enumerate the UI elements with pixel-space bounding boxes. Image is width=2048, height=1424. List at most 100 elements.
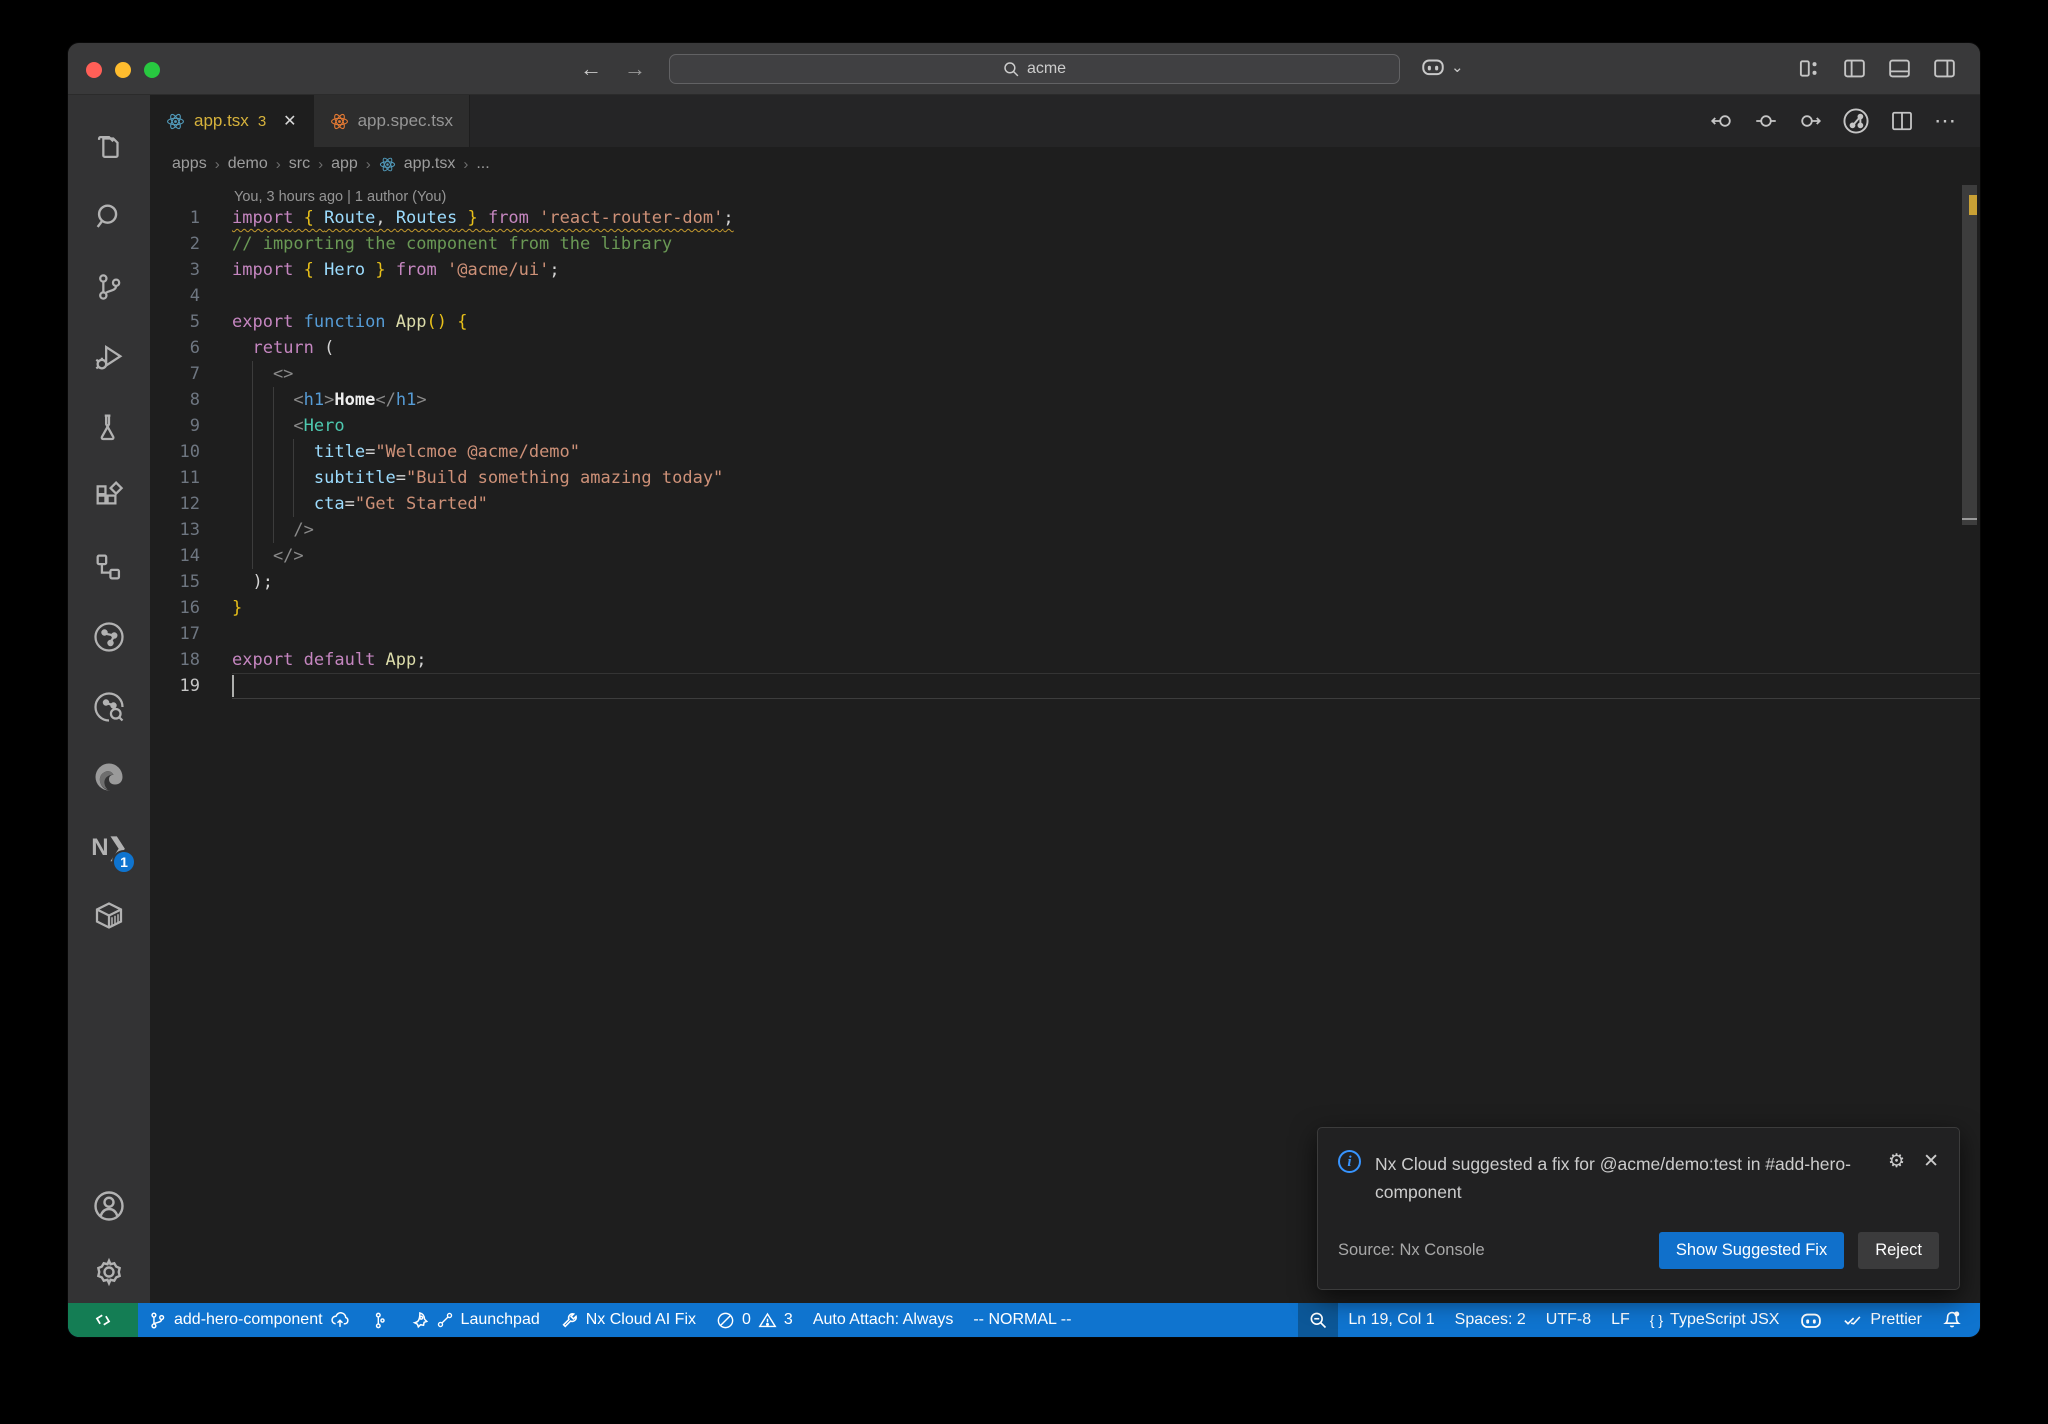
- code-line[interactable]: 8 <h1>Home</h1>: [150, 387, 1980, 413]
- line-content[interactable]: // importing the component from the libr…: [232, 231, 1980, 257]
- cursor-position-item[interactable]: Ln 19, Col 1: [1338, 1303, 1444, 1337]
- run-debug-icon[interactable]: [74, 322, 144, 392]
- breadcrumb-item[interactable]: apps: [172, 155, 207, 173]
- show-suggested-fix-button[interactable]: Show Suggested Fix: [1658, 1232, 1845, 1269]
- code-line[interactable]: 4: [150, 283, 1980, 309]
- code-line[interactable]: 12 cta="Get Started": [150, 491, 1980, 517]
- notifications-bell-item[interactable]: [1932, 1303, 1972, 1337]
- line-content[interactable]: <h1>Home</h1>: [232, 387, 1980, 413]
- line-number[interactable]: 2: [150, 231, 232, 257]
- edge-browser-icon[interactable]: [74, 742, 144, 812]
- breadcrumb-item[interactable]: src: [289, 155, 310, 173]
- graph-search-icon[interactable]: [74, 672, 144, 742]
- line-number[interactable]: 18: [150, 647, 232, 673]
- line-content[interactable]: <>: [232, 361, 1980, 387]
- line-number[interactable]: 8: [150, 387, 232, 413]
- formatter-item[interactable]: Prettier: [1833, 1303, 1932, 1337]
- code-line[interactable]: 1 import { Route, Routes } from 'react-ro…: [150, 205, 1980, 231]
- line-number[interactable]: 4: [150, 283, 232, 309]
- navigate-back-icon[interactable]: ←: [580, 55, 602, 83]
- line-content[interactable]: </>: [232, 543, 1980, 569]
- breadcrumb-item[interactable]: ...: [476, 155, 489, 173]
- graph-circle-icon[interactable]: [74, 602, 144, 672]
- line-content[interactable]: [232, 621, 1980, 647]
- auto-attach-item[interactable]: Auto Attach: Always: [803, 1303, 964, 1337]
- cube-icon[interactable]: [74, 882, 144, 952]
- explorer-icon[interactable]: [74, 112, 144, 182]
- close-window-button[interactable]: [86, 62, 102, 78]
- more-actions-icon[interactable]: ⋯: [1934, 108, 1958, 134]
- vim-mode-item[interactable]: -- NORMAL --: [963, 1303, 1081, 1337]
- breadcrumb-item[interactable]: demo: [228, 155, 268, 173]
- source-control-icon[interactable]: [74, 252, 144, 322]
- line-content[interactable]: />: [232, 517, 1980, 543]
- nx-cloud-fix-item[interactable]: Nx Cloud AI Fix: [550, 1303, 706, 1337]
- eol-item[interactable]: LF: [1601, 1303, 1640, 1337]
- code-line[interactable]: 6 return (: [150, 335, 1980, 361]
- nx-console-icon[interactable]: N❯ 1: [74, 812, 144, 882]
- code-editor[interactable]: 1 import { Route, Routes } from 'react-ro…: [150, 205, 1980, 699]
- line-number[interactable]: 15: [150, 569, 232, 595]
- nx-graph-circle-icon[interactable]: [1842, 107, 1870, 135]
- previous-change-icon[interactable]: [1710, 109, 1734, 133]
- breadcrumb-item[interactable]: app: [331, 155, 358, 173]
- search-icon[interactable]: [74, 182, 144, 252]
- tab-app-spec-tsx[interactable]: app.spec.tsx: [313, 95, 471, 147]
- line-content[interactable]: import { Route, Routes } from 'react-rou…: [232, 205, 1980, 231]
- toggle-secondary-sidebar-icon[interactable]: [1933, 57, 1956, 80]
- notification-settings-icon[interactable]: ⚙: [1888, 1150, 1905, 1173]
- copilot-status-item[interactable]: [1789, 1303, 1833, 1337]
- line-number[interactable]: 1: [150, 205, 232, 231]
- code-line[interactable]: 13 />: [150, 517, 1980, 543]
- line-content[interactable]: import { Hero } from '@acme/ui';: [232, 257, 1980, 283]
- code-line[interactable]: 18 export default App;: [150, 647, 1980, 673]
- project-hierarchy-icon[interactable]: [74, 532, 144, 602]
- command-center-search[interactable]: acme: [669, 54, 1400, 84]
- zoom-indicator-item[interactable]: [1298, 1303, 1339, 1337]
- encoding-item[interactable]: UTF-8: [1536, 1303, 1601, 1337]
- code-line[interactable]: 11 subtitle="Build something amazing tod…: [150, 465, 1980, 491]
- zoom-window-button[interactable]: [144, 62, 160, 78]
- code-line[interactable]: 5 export function App() {: [150, 309, 1980, 335]
- line-content[interactable]: export default App;: [232, 647, 1980, 673]
- line-content[interactable]: title="Welcmoe @acme/demo": [232, 439, 1980, 465]
- codelens-blame[interactable]: You, 3 hours ago | 1 author (You): [150, 181, 1980, 205]
- line-number[interactable]: 11: [150, 465, 232, 491]
- line-number[interactable]: 5: [150, 309, 232, 335]
- line-content[interactable]: <Hero: [232, 413, 1980, 439]
- code-line[interactable]: 3 import { Hero } from '@acme/ui';: [150, 257, 1980, 283]
- code-line[interactable]: 15 );: [150, 569, 1980, 595]
- next-change-icon[interactable]: [1798, 109, 1822, 133]
- line-number[interactable]: 16: [150, 595, 232, 621]
- line-number[interactable]: 12: [150, 491, 232, 517]
- copilot-icon[interactable]: [1420, 56, 1446, 78]
- close-tab-icon[interactable]: ✕: [283, 111, 296, 131]
- line-content[interactable]: cta="Get Started": [232, 491, 1980, 517]
- line-number[interactable]: 6: [150, 335, 232, 361]
- settings-gear-icon[interactable]: [74, 1241, 144, 1303]
- line-content[interactable]: return (: [232, 335, 1980, 361]
- line-number[interactable]: 14: [150, 543, 232, 569]
- line-number[interactable]: 17: [150, 621, 232, 647]
- open-change-icon[interactable]: [1754, 109, 1778, 133]
- git-branch-item[interactable]: add-hero-component: [138, 1303, 360, 1337]
- code-line[interactable]: 7 <>: [150, 361, 1980, 387]
- notification-close-icon[interactable]: ✕: [1923, 1150, 1939, 1173]
- code-line[interactable]: 16}: [150, 595, 1980, 621]
- split-editor-icon[interactable]: [1890, 109, 1914, 133]
- code-line[interactable]: 19: [150, 673, 1980, 699]
- minimize-window-button[interactable]: [115, 62, 131, 78]
- git-graph-item[interactable]: [360, 1303, 399, 1337]
- line-number[interactable]: 3: [150, 257, 232, 283]
- language-mode-item[interactable]: { } TypeScript JSX: [1640, 1303, 1790, 1337]
- indentation-item[interactable]: Spaces: 2: [1445, 1303, 1536, 1337]
- reject-button[interactable]: Reject: [1858, 1232, 1939, 1269]
- line-number[interactable]: 7: [150, 361, 232, 387]
- line-content[interactable]: }: [232, 595, 1980, 621]
- toggle-panel-icon[interactable]: [1888, 57, 1911, 80]
- navigate-forward-icon[interactable]: →: [624, 55, 646, 83]
- testing-icon[interactable]: [74, 392, 144, 462]
- code-line[interactable]: 17: [150, 621, 1980, 647]
- line-number[interactable]: 13: [150, 517, 232, 543]
- customize-layout-icon[interactable]: [1798, 57, 1821, 80]
